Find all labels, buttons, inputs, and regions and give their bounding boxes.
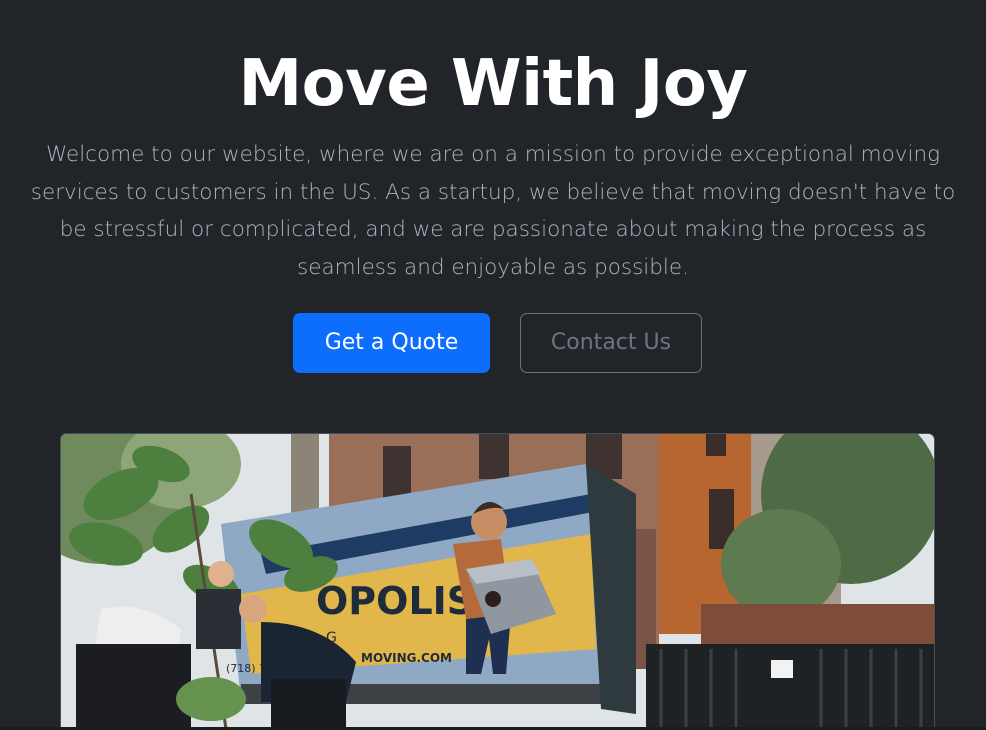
get-a-quote-button[interactable]: Get a Quote xyxy=(293,313,490,373)
hero-lead-text: Welcome to our website, where we are on … xyxy=(30,142,956,280)
hero-title: Move With Joy xyxy=(238,47,748,121)
hero-section: Move With Joy Welcome to our website, wh… xyxy=(0,0,986,730)
truck-web-text: MOVING.COM xyxy=(361,651,452,665)
moving-scene-illustration: OPOLIS G (718) 7__520 • MOVING.COM xyxy=(61,434,934,730)
contact-us-button[interactable]: Contact Us xyxy=(520,313,702,373)
hero-image-moving-truck: OPOLIS G (718) 7__520 • MOVING.COM xyxy=(60,433,935,730)
truck-brand-text: OPOLIS xyxy=(316,579,474,623)
